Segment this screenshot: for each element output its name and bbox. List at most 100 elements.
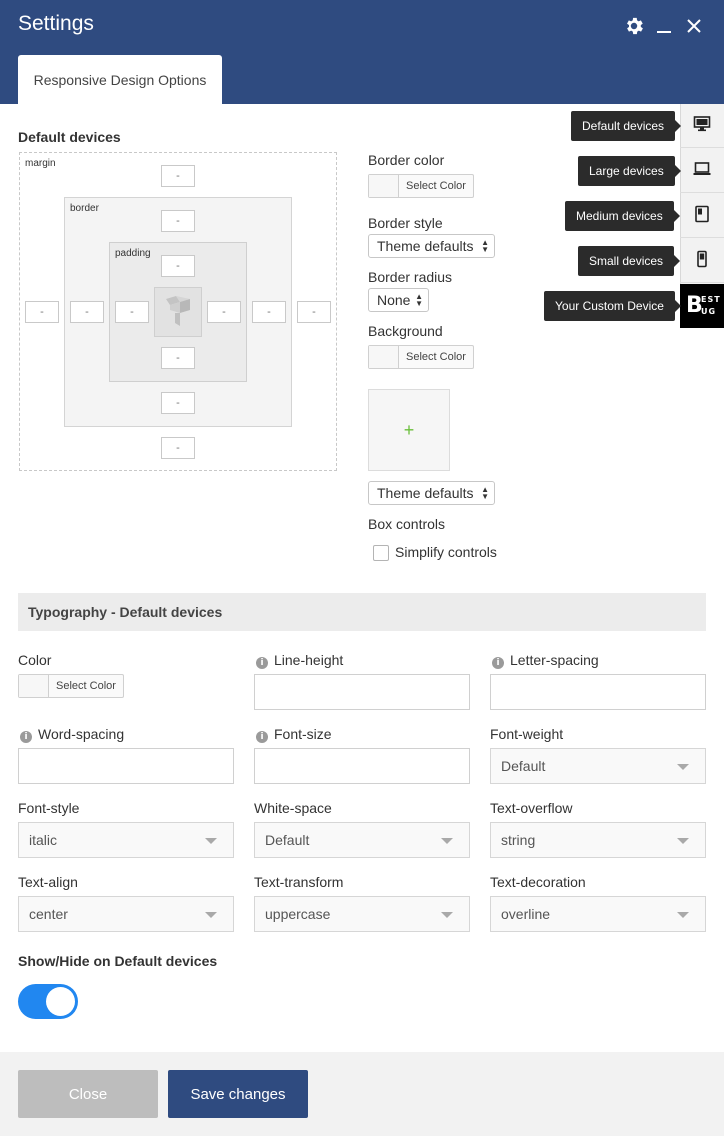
typography-color-swatch — [19, 675, 49, 697]
gear-icon[interactable] — [622, 14, 646, 38]
margin-bottom-input[interactable] — [161, 437, 195, 459]
info-icon[interactable]: i — [20, 731, 32, 743]
font-style-value: italic — [29, 832, 58, 848]
text-align-select[interactable]: center — [18, 896, 234, 932]
info-icon[interactable]: i — [256, 731, 268, 743]
margin-right-input[interactable] — [297, 301, 331, 323]
margin-left-input[interactable] — [25, 301, 59, 323]
device-small-button[interactable] — [680, 239, 724, 283]
padding-bottom-input[interactable] — [161, 347, 195, 369]
text-decoration-select[interactable]: overline — [490, 896, 706, 932]
text-align-label: Text-align — [18, 874, 78, 890]
text-transform-select[interactable]: uppercase — [254, 896, 470, 932]
line-height-input[interactable] — [254, 674, 470, 710]
border-bottom-input[interactable] — [161, 392, 195, 414]
letter-spacing-label: i Letter-spacing — [492, 652, 599, 669]
margin-caption: margin — [25, 158, 56, 169]
padding-top-input[interactable] — [161, 255, 195, 277]
minimize-icon[interactable] — [652, 14, 676, 38]
font-weight-label: Font-weight — [490, 726, 564, 742]
background-color-button-label: Select Color — [406, 351, 466, 363]
border-caption: border — [70, 203, 99, 214]
border-style-select[interactable]: Theme defaults ▲ ▼ — [368, 234, 495, 258]
background-color-swatch — [369, 346, 399, 368]
show-hide-label: Show/Hide on Default devices — [18, 953, 218, 969]
select-arrows-icon: ▲ ▼ — [481, 485, 489, 501]
border-color-button-label: Select Color — [406, 180, 466, 192]
caret-down-icon — [441, 912, 453, 918]
window-title: Settings — [18, 12, 94, 35]
font-style-select[interactable]: italic — [18, 822, 234, 858]
tooltip-custom-device: Your Custom Device — [544, 291, 681, 321]
caret-down-icon — [677, 838, 689, 844]
mobile-icon — [693, 250, 711, 271]
caret-down-icon — [677, 764, 689, 770]
white-space-value: Default — [265, 832, 310, 848]
simplify-controls-label: Simplify controls — [395, 544, 497, 560]
text-decoration-value: overline — [501, 906, 551, 922]
close-button[interactable]: Close — [18, 1070, 158, 1118]
font-size-label: i Font-size — [256, 726, 332, 743]
background-size-value: Theme defaults — [377, 485, 474, 501]
typography-section-heading: Typography - Default devices — [18, 593, 706, 631]
tooltip-large-devices: Large devices — [578, 156, 681, 186]
border-left-input[interactable] — [70, 301, 104, 323]
device-custom-button[interactable]: B EST UG — [680, 284, 724, 328]
white-space-label: White-space — [254, 800, 332, 816]
simplify-controls-checkbox[interactable] — [373, 545, 389, 561]
word-spacing-input[interactable] — [18, 748, 234, 784]
text-transform-value: uppercase — [265, 906, 331, 922]
text-overflow-label: Text-overflow — [490, 800, 573, 816]
caret-down-icon — [205, 912, 217, 918]
text-overflow-select[interactable]: string — [490, 822, 706, 858]
tooltip-small-devices: Small devices — [578, 246, 681, 276]
laptop-icon — [693, 160, 711, 181]
show-hide-toggle[interactable] — [18, 984, 78, 1019]
box-model-content — [154, 287, 202, 337]
border-color-swatch — [369, 175, 399, 197]
border-color-label: Border color — [368, 152, 445, 168]
padding-caption: padding — [115, 248, 151, 259]
device-large-button[interactable] — [680, 149, 724, 193]
desktop-icon — [693, 115, 711, 136]
info-icon[interactable]: i — [492, 657, 504, 669]
padding-left-input[interactable] — [115, 301, 149, 323]
close-icon[interactable] — [682, 14, 706, 38]
tab-responsive-design-options[interactable]: Responsive Design Options — [18, 55, 222, 104]
font-weight-select[interactable]: Default — [490, 748, 706, 784]
background-size-select[interactable]: Theme defaults ▲ ▼ — [368, 481, 495, 505]
tablet-icon — [693, 205, 711, 226]
vc-logo-icon — [163, 294, 193, 331]
border-radius-select[interactable]: None ▲ ▼ — [368, 288, 429, 312]
save-changes-button[interactable]: Save changes — [168, 1070, 308, 1118]
caret-down-icon — [677, 912, 689, 918]
margin-top-input[interactable] — [161, 165, 195, 187]
typography-color-picker-button[interactable]: Select Color — [18, 674, 124, 698]
text-transform-label: Text-transform — [254, 874, 344, 890]
border-right-input[interactable] — [252, 301, 286, 323]
section-heading-default-devices: Default devices — [18, 129, 121, 145]
border-top-input[interactable] — [161, 210, 195, 232]
typography-color-button-label: Select Color — [56, 680, 116, 692]
background-label: Background — [368, 323, 443, 339]
border-radius-label: Border radius — [368, 269, 453, 285]
border-style-label: Border style — [368, 215, 443, 231]
font-weight-value: Default — [501, 758, 546, 774]
font-style-label: Font-style — [18, 800, 80, 816]
info-icon[interactable]: i — [256, 657, 268, 669]
tooltip-default-devices: Default devices — [571, 111, 682, 141]
background-image-add-button[interactable]: + — [368, 389, 450, 471]
line-height-label: i Line-height — [256, 652, 343, 669]
device-medium-button[interactable] — [680, 194, 724, 238]
padding-right-input[interactable] — [207, 301, 241, 323]
letter-spacing-input[interactable] — [490, 674, 706, 710]
device-default-button[interactable] — [680, 104, 724, 148]
border-style-value: Theme defaults — [377, 238, 474, 254]
white-space-select[interactable]: Default — [254, 822, 470, 858]
modal-header: Settings Responsive Design Options — [0, 0, 724, 104]
plus-icon: + — [403, 419, 415, 440]
border-color-picker-button[interactable]: Select Color — [368, 174, 474, 198]
background-color-picker-button[interactable]: Select Color — [368, 345, 474, 369]
font-size-input[interactable] — [254, 748, 470, 784]
select-arrows-icon: ▲ ▼ — [481, 238, 489, 254]
